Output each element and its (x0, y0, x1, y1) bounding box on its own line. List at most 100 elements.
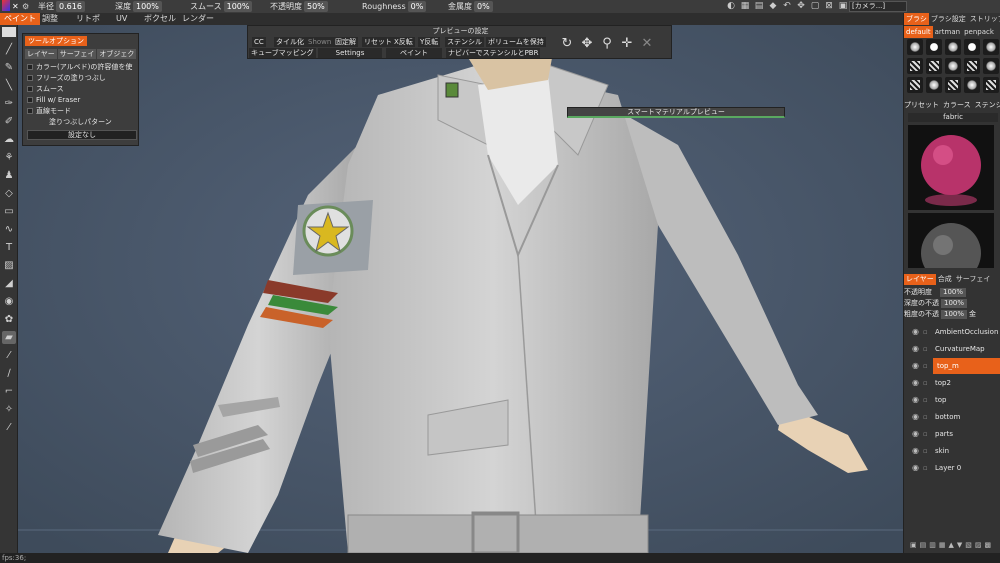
eye-icon[interactable]: ◉ (912, 324, 919, 340)
close-icon[interactable]: ✕ (12, 1, 19, 12)
shown-toggle[interactable]: Shown (306, 37, 334, 47)
eraser-icon[interactable]: ◢ (2, 277, 16, 290)
smudge-icon[interactable]: ☁ (2, 133, 16, 146)
tab-blend[interactable]: 合成 (936, 274, 954, 285)
smooth-control[interactable]: スムース 100% (190, 1, 253, 12)
option-albedo-tolerance[interactable]: カラー(アルベド)の許容値を使 (27, 62, 132, 72)
lock-icon[interactable]: ▫ (923, 426, 928, 442)
brush-tip[interactable] (926, 39, 942, 55)
checkbox[interactable] (27, 86, 33, 92)
flower-icon[interactable]: ✿ (2, 313, 16, 326)
tab-artman[interactable]: artman (933, 26, 962, 38)
option-fill-eraser[interactable]: Fill w/ Eraser (27, 95, 80, 105)
tile-toggle[interactable]: タイル化 (274, 37, 306, 47)
brush-tip[interactable] (945, 39, 961, 55)
folder-icon[interactable]: ▧ (965, 541, 972, 549)
eye-icon[interactable]: ◉ (912, 392, 919, 408)
cc-toggle[interactable]: CC (252, 37, 266, 47)
lock-icon[interactable]: ▫ (923, 358, 928, 374)
tab-layers[interactable]: レイヤー (904, 274, 936, 285)
undo-icon[interactable]: ↶ (782, 1, 792, 11)
3d-viewport[interactable] (18, 25, 903, 553)
reset-button[interactable]: リセット (362, 37, 394, 47)
layer-row[interactable]: ◉ ▫ skin (904, 443, 1000, 459)
tab-layer[interactable]: レイヤー (25, 49, 57, 59)
radius-value[interactable]: 0.616 (56, 1, 85, 12)
lock-icon[interactable]: ▫ (923, 375, 928, 391)
camera-select[interactable]: [カメラ...] (849, 1, 907, 12)
flip-x-button[interactable]: X反転 (392, 37, 415, 47)
opacity-slider[interactable]: 不透明度 100% (904, 288, 967, 297)
option-smooth[interactable]: スムース (27, 84, 64, 94)
material-ball-gray[interactable] (908, 213, 994, 283)
layer-row-active[interactable]: ◉ ▫ top_m (904, 358, 1000, 374)
tab-surface[interactable]: サーフェイ (57, 49, 97, 59)
grid-icon[interactable]: ▦ (740, 1, 750, 11)
navbar-stencil-pbr[interactable]: ナビバーでステンシルとPBR (446, 48, 541, 58)
eye-icon[interactable]: ◉ (912, 341, 919, 357)
cube-mapping-select[interactable]: キューブマッピング (249, 48, 316, 58)
roughness-control[interactable]: Roughness 0% (362, 1, 427, 12)
smart-material-preview-bar[interactable]: スマートマテリアルプレビュー (567, 107, 785, 118)
tab-paint[interactable]: ペイント (0, 13, 40, 25)
airbrush-icon[interactable]: ✑ (2, 97, 16, 110)
tab-uv[interactable]: UV (112, 13, 131, 25)
shape-icon[interactable]: ◇ (2, 187, 16, 200)
pipette-icon[interactable]: ⁄ (2, 349, 16, 362)
brush-tip[interactable] (926, 77, 942, 93)
tab-adjust[interactable]: 調整 (38, 13, 62, 25)
roughness-value[interactable]: 0% (407, 1, 427, 12)
brush-tip[interactable] (907, 39, 923, 55)
eye-icon[interactable]: ◉ (912, 375, 919, 391)
measure-icon[interactable]: ⁄ (2, 421, 16, 434)
tab-brush[interactable]: ブラシ (904, 13, 929, 25)
ruler-icon[interactable]: ⌐ (2, 385, 16, 398)
paint-select[interactable]: ペイント (386, 48, 442, 58)
layer-row[interactable]: ◉ ▫ top (904, 392, 1000, 408)
checkbox[interactable] (27, 75, 33, 81)
zoom-icon[interactable]: ⚲ (600, 37, 614, 51)
material-ball-pink[interactable] (908, 125, 994, 210)
duplicate-icon[interactable]: ▤ (920, 541, 927, 549)
text-icon[interactable]: T (2, 241, 16, 254)
fill-pattern-select[interactable]: 設定なし (27, 130, 137, 140)
tab-render[interactable]: レンダー (178, 13, 218, 25)
close-icon[interactable]: ✕ (640, 37, 654, 51)
brush-tip[interactable] (945, 77, 961, 93)
lock-icon[interactable]: ▫ (923, 460, 928, 476)
tab-brush-settings[interactable]: ブラシ設定 (929, 13, 968, 25)
tile-icon[interactable]: ▤ (754, 1, 764, 11)
brush-tip[interactable] (907, 58, 923, 74)
lock-icon[interactable]: ▫ (923, 324, 928, 340)
opacity-value[interactable]: 50% (304, 1, 328, 12)
merge-icon[interactable]: ▦ (939, 541, 946, 549)
lock-icon[interactable]: ▫ (923, 392, 928, 408)
frame-icon[interactable]: ▢ (810, 1, 820, 11)
delete-icon[interactable]: ▥ (929, 541, 936, 549)
tab-penpack[interactable]: penpack (962, 26, 996, 38)
layer-row[interactable]: ◉ ▫ CurvatureMap (904, 341, 1000, 357)
brush-tip[interactable] (964, 39, 980, 55)
contrast-icon[interactable]: ◐ (726, 1, 736, 11)
brush-tip[interactable] (983, 58, 999, 74)
layer-icon[interactable]: ▭ (2, 205, 16, 218)
opacity-control[interactable]: 不透明度 50% (270, 1, 328, 12)
flip-y-button[interactable]: Y反転 (418, 37, 441, 47)
eye-icon[interactable]: ◉ (912, 460, 919, 476)
stencil-button[interactable]: ステンシル (445, 37, 484, 47)
brush-tip[interactable] (964, 77, 980, 93)
camera-icon[interactable]: ▣ (838, 1, 848, 11)
lock-icon[interactable]: ▫ (923, 341, 928, 357)
pen-icon[interactable]: ✎ (2, 61, 16, 74)
tab-strip[interactable]: ストリップ (968, 13, 1000, 25)
slider-value[interactable]: 100% (941, 310, 968, 319)
smooth-value[interactable]: 100% (223, 1, 253, 12)
knife-icon[interactable]: ∕ (2, 367, 16, 380)
layer-row[interactable]: ◉ ▫ parts (904, 426, 1000, 442)
eye-icon[interactable]: ◉ (912, 426, 919, 442)
checkbox[interactable] (27, 64, 33, 70)
settings-icon[interactable]: ⚙ (22, 1, 29, 12)
brush-tip[interactable] (983, 77, 999, 93)
option-line-mode[interactable]: 直線モード (27, 106, 71, 116)
lock-icon[interactable]: ▫ (923, 409, 928, 425)
